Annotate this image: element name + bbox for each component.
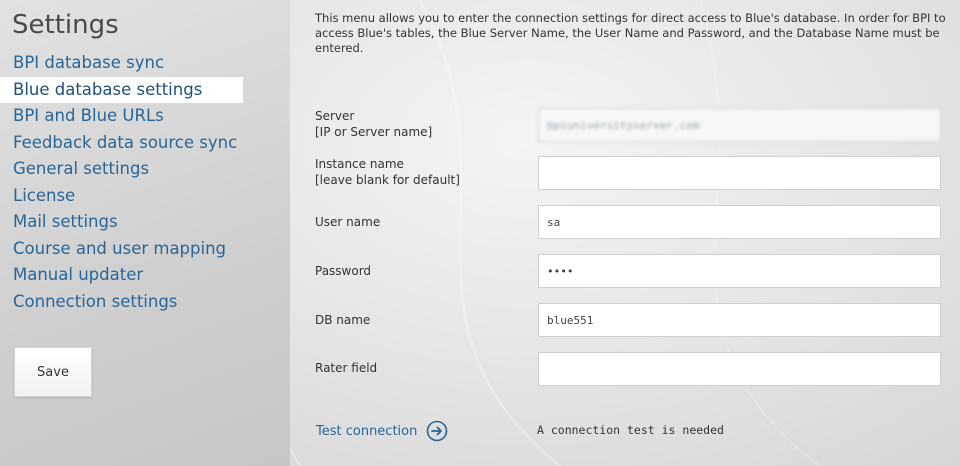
sidebar-item-general-settings[interactable]: General settings xyxy=(0,156,243,183)
server-label: Server [IP or Server name] xyxy=(315,108,432,140)
connection-status-text: A connection test is needed xyxy=(537,423,724,437)
sidebar-item-license[interactable]: License xyxy=(0,183,243,210)
arrow-right-circle-icon[interactable] xyxy=(426,420,448,442)
dbname-label: DB name xyxy=(315,313,371,327)
dbname-input[interactable] xyxy=(538,303,941,337)
sidebar-item-mail-settings[interactable]: Mail settings xyxy=(0,209,243,236)
page-description: This menu allows you to enter the connec… xyxy=(315,11,946,55)
username-input[interactable] xyxy=(538,205,941,239)
password-label: Password xyxy=(315,264,372,278)
password-input[interactable] xyxy=(538,254,941,288)
username-label: User name xyxy=(315,215,381,229)
server-label-hint: [IP or Server name] xyxy=(315,125,433,139)
sidebar-item-course-and-user-mapping[interactable]: Course and user mapping xyxy=(0,236,243,263)
test-connection-label: Test connection xyxy=(316,423,418,439)
server-label-text: Server xyxy=(315,109,355,123)
sidebar-item-bpi-database-sync[interactable]: BPI database sync xyxy=(0,50,243,77)
instance-label: Instance name [leave blank for default] xyxy=(315,156,460,188)
sidebar-title: Settings xyxy=(12,10,119,40)
sidebar: Settings BPI database sync Blue database… xyxy=(0,0,290,466)
instance-label-text: Instance name xyxy=(315,157,404,171)
rater-input[interactable] xyxy=(538,352,941,386)
sidebar-item-blue-database-settings[interactable]: Blue database settings xyxy=(0,76,244,103)
instance-input[interactable] xyxy=(538,156,941,190)
sidebar-nav: BPI database sync Blue database settings… xyxy=(0,50,244,316)
sidebar-item-bpi-and-blue-urls[interactable]: BPI and Blue URLs xyxy=(0,103,243,130)
sidebar-item-feedback-data-source-sync[interactable]: Feedback data source sync xyxy=(0,130,243,157)
test-connection-link[interactable]: Test connection xyxy=(316,420,448,442)
sidebar-item-manual-updater[interactable]: Manual updater xyxy=(0,262,243,289)
save-button[interactable]: Save xyxy=(14,347,92,397)
instance-label-hint: [leave blank for default] xyxy=(315,173,460,187)
rater-label: Rater field xyxy=(315,361,378,375)
sidebar-item-connection-settings[interactable]: Connection settings xyxy=(0,289,243,316)
server-input[interactable] xyxy=(538,108,941,142)
